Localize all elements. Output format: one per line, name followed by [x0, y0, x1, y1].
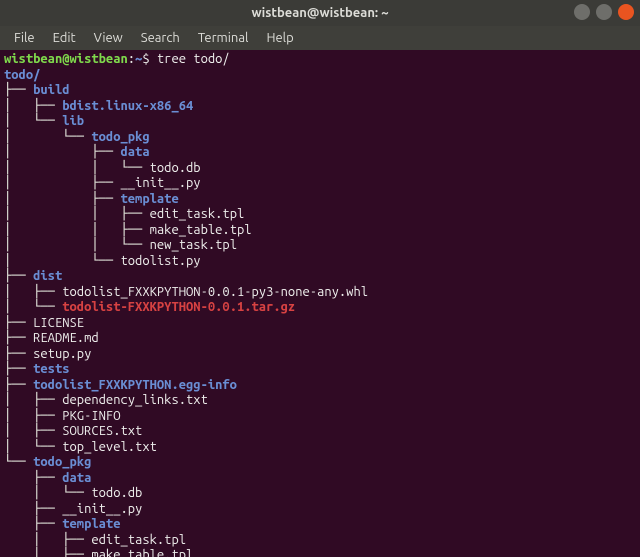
tree-node: top_level.txt	[62, 440, 157, 454]
tree-branch: ├──	[4, 269, 33, 283]
prompt-sep2: $	[142, 52, 157, 66]
menubar: File Edit View Search Terminal Help	[0, 26, 640, 50]
tree-branch: │ ├──	[4, 192, 120, 206]
tree-node: tests	[33, 362, 69, 376]
menu-terminal[interactable]: Terminal	[190, 29, 257, 47]
menu-help[interactable]: Help	[258, 29, 301, 47]
tree-branch: │ └──	[4, 130, 91, 144]
tree-branch: │ │ ├──	[4, 207, 150, 221]
tree-branch: ├──	[4, 83, 33, 97]
minimize-button[interactable]	[574, 4, 590, 20]
terminal-content: wistbean@wistbean:~$ tree todo/ todo/ ├─…	[4, 52, 636, 557]
tree-branch: │ ├──	[4, 176, 120, 190]
tree-branch: │ │ └──	[4, 238, 150, 252]
tree-branch: │ ├──	[4, 548, 91, 557]
maximize-button[interactable]	[596, 4, 612, 20]
tree-branch: │ ├──	[4, 424, 62, 438]
menu-file[interactable]: File	[6, 29, 43, 47]
tree-node: setup.py	[33, 347, 91, 361]
tree-branch: │ └──	[4, 254, 120, 268]
tree-branch: │ └──	[4, 114, 62, 128]
tree-node: todolist-FXXKPYTHON-0.0.1.tar.gz	[62, 300, 295, 314]
tree-branch: ├──	[4, 362, 33, 376]
tree-node: LICENSE	[33, 316, 84, 330]
tree-node: edit_task.tpl	[150, 207, 245, 221]
tree-root: todo/	[4, 68, 40, 82]
tree-branch: ├──	[4, 331, 33, 345]
tree-node: PKG-INFO	[62, 409, 120, 423]
tree-node: README.md	[33, 331, 99, 345]
tree-node: todolist.py	[120, 254, 200, 268]
prompt-user: wistbean@wistbean	[4, 52, 128, 66]
tree-branch: │ ├──	[4, 533, 91, 547]
tree-node: make_table.tpl	[150, 223, 252, 237]
tree-branch: │ └──	[4, 440, 62, 454]
tree-branch: │ ├──	[4, 393, 62, 407]
tree-node: data	[62, 471, 91, 485]
tree-branch: ├──	[4, 502, 62, 516]
window-title: wistbean@wistbean: ~	[251, 6, 388, 20]
menu-search[interactable]: Search	[133, 29, 188, 47]
tree-node: make_table.tpl	[91, 548, 193, 557]
tree-branch: ├──	[4, 471, 62, 485]
tree-branch: └──	[4, 455, 33, 469]
tree-node: __init__.py	[62, 502, 142, 516]
tree-node: SOURCES.txt	[62, 424, 142, 438]
tree-body: ├── build │ ├── bdist.linux-x86_64 │ └──…	[4, 83, 368, 557]
tree-branch: │ ├──	[4, 409, 62, 423]
tree-node: lib	[62, 114, 84, 128]
tree-node: __init__.py	[120, 176, 200, 190]
terminal-output[interactable]: wistbean@wistbean:~$ tree todo/ todo/ ├─…	[0, 50, 640, 557]
tree-branch: ├──	[4, 517, 62, 531]
tree-node: todolist_FXXKPYTHON.egg-info	[33, 378, 237, 392]
close-button[interactable]	[618, 4, 634, 20]
tree-node: data	[120, 145, 149, 159]
tree-node: dependency_links.txt	[62, 393, 208, 407]
tree-node: new_task.tpl	[150, 238, 237, 252]
tree-branch: │ ├──	[4, 145, 120, 159]
tree-branch: │ ├──	[4, 99, 62, 113]
tree-node: template	[120, 192, 178, 206]
titlebar: wistbean@wistbean: ~	[0, 0, 640, 26]
tree-branch: │ │ ├──	[4, 223, 150, 237]
menu-view[interactable]: View	[86, 29, 131, 47]
tree-branch: ├──	[4, 316, 33, 330]
tree-node: todo.db	[91, 486, 142, 500]
tree-branch: ├──	[4, 378, 33, 392]
tree-node: todolist_FXXKPYTHON-0.0.1-py3-none-any.w…	[62, 285, 368, 299]
tree-node: template	[62, 517, 120, 531]
tree-node: todo_pkg	[33, 455, 91, 469]
window-controls	[574, 4, 634, 20]
tree-branch: │ ├──	[4, 285, 62, 299]
tree-branch: │ │ └──	[4, 161, 150, 175]
command-text: tree todo/	[157, 52, 230, 66]
tree-node: edit_task.tpl	[91, 533, 186, 547]
tree-node: bdist.linux-x86_64	[62, 99, 193, 113]
tree-node: todo_pkg	[91, 130, 149, 144]
prompt-sep1: :	[128, 52, 135, 66]
tree-node: dist	[33, 269, 62, 283]
tree-node: todo.db	[150, 161, 201, 175]
menu-edit[interactable]: Edit	[45, 29, 84, 47]
tree-node: build	[33, 83, 69, 97]
tree-branch: │ └──	[4, 300, 62, 314]
tree-branch: │ └──	[4, 486, 91, 500]
tree-branch: ├──	[4, 347, 33, 361]
